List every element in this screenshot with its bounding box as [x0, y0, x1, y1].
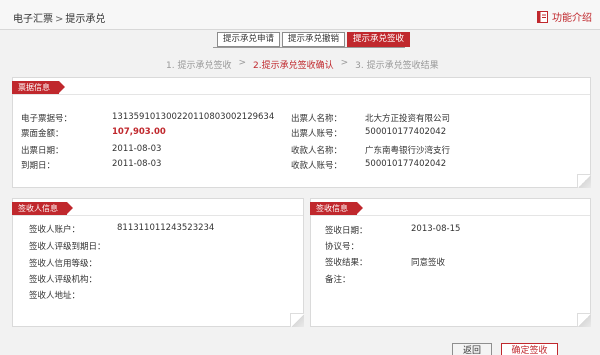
- page-fold-decoration: [577, 313, 591, 327]
- step-2-current: 2.提示承兑签收确认: [253, 61, 334, 71]
- sign-date-label: 签收日期：: [325, 226, 368, 236]
- signer-account-label: 签收人账户：: [29, 225, 81, 235]
- sign-info-panel: 签收信息 签收日期： 2013-08-15 协议号： 签收结果： 同意签收 备注…: [310, 198, 591, 327]
- signer-info-title: 签收人信息: [12, 202, 73, 215]
- issue-date-value: 2011-08-03: [112, 144, 162, 154]
- payee-name-value: 广东南粤银行沙湾支行: [365, 146, 451, 156]
- signer-info-panel: 签收人信息 签收人账户： 811311011243523234 签收人评级到期日…: [12, 198, 304, 327]
- tab-accept-apply[interactable]: 提示承兑申请: [217, 32, 281, 47]
- confirm-sign-button[interactable]: 确定签收: [501, 343, 558, 355]
- drawer-name-value: 北大方正投资有限公司: [365, 114, 451, 124]
- tab-bar: 提示承兑申请 提示承兑撤销 提示承兑签收: [217, 32, 412, 47]
- step-1: 1. 提示承兑签收: [166, 61, 232, 71]
- bill-info-title: 票据信息: [12, 81, 65, 94]
- step-indicator: 1. 提示承兑签收 > 2.提示承兑签收确认 > 3. 提示承兑签收结果: [166, 58, 446, 71]
- due-date-value: 2011-08-03: [112, 159, 162, 169]
- sign-date-value: 2013-08-15: [411, 224, 461, 234]
- tab-underline: [213, 47, 405, 48]
- drawer-account-label: 出票人账号：: [291, 129, 343, 139]
- due-date-label: 到期日：: [21, 161, 56, 171]
- breadcrumb-item-bill[interactable]: 电子汇票: [13, 14, 53, 25]
- function-intro-label: 功能介绍: [552, 13, 592, 24]
- tab-accept-revoke[interactable]: 提示承兑撤销: [282, 32, 346, 47]
- bill-info-panel: 票据信息 电子票据号： 1313591013002201108030021296…: [12, 77, 591, 188]
- signer-rating-org-label: 签收人评级机构：: [29, 275, 98, 285]
- remark-label: 备注：: [325, 275, 351, 285]
- top-bar: 电子汇票 > 提示承兑 功能介绍: [0, 0, 600, 30]
- book-icon: [537, 10, 548, 23]
- bill-no-value: 131359101300220110803002129634: [112, 112, 275, 122]
- sign-info-title: 签收信息: [310, 202, 363, 215]
- sign-result-label: 签收结果：: [325, 258, 368, 268]
- issue-date-label: 出票日期：: [21, 146, 64, 156]
- payee-account-value: 500010177402042: [365, 159, 447, 169]
- drawer-name-label: 出票人名称：: [291, 114, 343, 124]
- breadcrumb-item-current: 提示承兑: [65, 14, 106, 25]
- step-3: 3. 提示承兑签收结果: [355, 61, 439, 71]
- agreement-no-label: 协议号：: [325, 242, 360, 252]
- signer-info-header: 签收人信息: [12, 199, 303, 216]
- payee-account-label: 收款人账号：: [291, 161, 343, 171]
- bill-info-header: 票据信息: [12, 78, 590, 95]
- step-arrow-2: >: [340, 58, 349, 68]
- breadcrumb: 电子汇票 > 提示承兑: [13, 10, 105, 25]
- function-intro-link[interactable]: 功能介绍: [537, 9, 592, 24]
- step-arrow-1: >: [238, 58, 246, 68]
- bill-no-label: 电子票据号：: [21, 114, 73, 124]
- payee-name-label: 收款人名称：: [291, 146, 343, 156]
- signer-account-value: 811311011243523234: [117, 223, 215, 233]
- tab-accept-sign[interactable]: 提示承兑签收: [347, 32, 411, 47]
- drawer-account-value: 500010177402042: [365, 127, 447, 137]
- sign-result-value: 同意签收: [411, 258, 446, 268]
- amount-value: 107,903.00: [112, 127, 166, 137]
- sign-info-header: 签收信息: [310, 199, 590, 216]
- signer-address-label: 签收人地址：: [29, 291, 81, 301]
- page-fold-decoration: [577, 174, 591, 188]
- page-fold-decoration: [290, 313, 304, 327]
- back-button[interactable]: 返回: [452, 343, 492, 355]
- signer-credit-level-label: 签收人信用等级：: [29, 259, 98, 269]
- breadcrumb-separator: >: [55, 14, 64, 25]
- amount-label: 票面金额：: [21, 129, 64, 139]
- signer-rating-due-label: 签收人评级到期日：: [29, 242, 106, 252]
